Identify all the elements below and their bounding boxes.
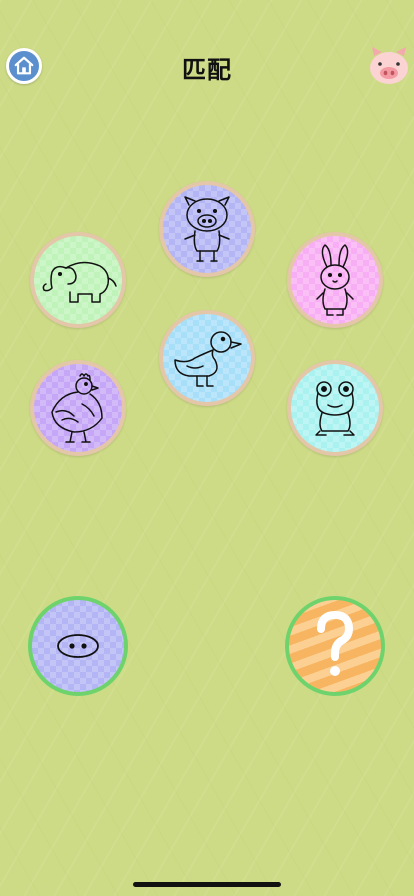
mystery-target[interactable]	[285, 596, 385, 696]
page-title: 匹配	[182, 56, 232, 84]
rabbit-choice[interactable]	[287, 232, 383, 328]
elephant-choice[interactable]	[30, 232, 126, 328]
frog-choice[interactable]	[287, 360, 383, 456]
pig-nose-icon	[57, 634, 99, 658]
pig-face-button[interactable]	[368, 44, 410, 86]
rabbit-line-icon	[316, 244, 354, 316]
pig-choice[interactable]	[159, 181, 255, 277]
hen-line-icon	[51, 373, 103, 443]
pig-nose-target[interactable]	[28, 596, 128, 696]
duck-line-icon	[174, 331, 242, 387]
frog-line-icon	[315, 381, 355, 436]
pig-face-icon	[370, 47, 408, 84]
hen-choice[interactable]	[30, 360, 126, 456]
pig-line-icon	[184, 196, 230, 262]
duck-choice[interactable]	[159, 310, 255, 406]
home-indicator	[133, 882, 281, 887]
question-mark-icon	[317, 611, 353, 676]
elephant-line-icon	[42, 261, 117, 303]
